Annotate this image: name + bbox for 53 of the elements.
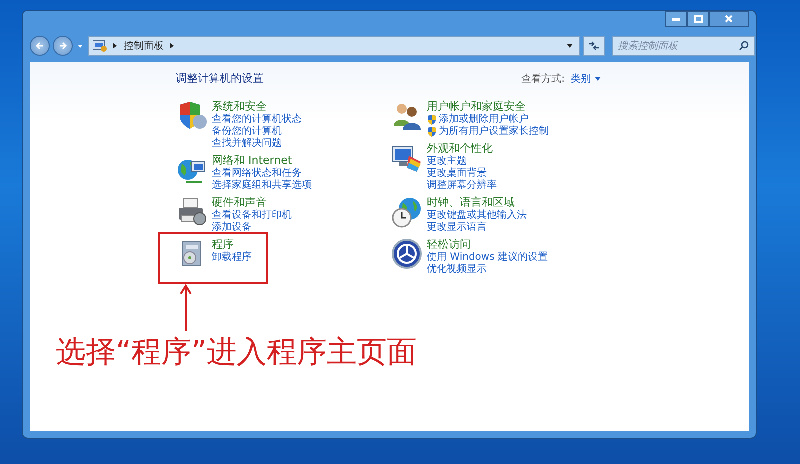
dropdown-arrow-icon <box>78 44 83 48</box>
back-button[interactable] <box>30 36 50 56</box>
minimize-button[interactable] <box>665 11 687 27</box>
settings-link[interactable]: 调整屏幕分辨率 <box>427 180 497 192</box>
settings-link[interactable]: 更改键盘或其他输入法 <box>427 210 527 222</box>
settings-link[interactable]: 使用 Windows 建议的设置 <box>427 252 548 264</box>
settings-link[interactable]: 选择家庭组和共享选项 <box>212 180 312 192</box>
category-title[interactable]: 系统和安全 <box>212 100 302 114</box>
search-field[interactable]: 搜索控制面板 <box>612 36 755 56</box>
category-title[interactable]: 硬件和声音 <box>212 196 292 210</box>
annotation-text: 选择“程序”进入程序主页面 <box>56 334 418 372</box>
settings-link[interactable]: 备份您的计算机 <box>212 126 282 138</box>
category-title[interactable]: 程序 <box>212 238 252 252</box>
refresh-icon <box>588 41 600 51</box>
chevron-icon <box>113 43 118 49</box>
settings-link[interactable]: 更改桌面背景 <box>427 168 487 180</box>
minimize-icon <box>672 18 680 20</box>
control-panel-icon <box>93 40 107 52</box>
settings-link[interactable]: 更改显示语言 <box>427 222 487 234</box>
maximize-button[interactable] <box>687 11 709 27</box>
settings-link[interactable]: 查看网络状态和任务 <box>212 168 302 180</box>
address-bar[interactable]: 控制面板 <box>88 36 580 56</box>
category-title[interactable]: 网络和 Internet <box>212 154 312 168</box>
settings-link[interactable]: 优化视频显示 <box>427 264 487 276</box>
category-title[interactable]: 轻松访问 <box>427 238 548 252</box>
forward-arrow-icon <box>58 41 68 51</box>
back-arrow-icon <box>35 41 45 51</box>
close-button[interactable] <box>709 11 749 27</box>
settings-link[interactable]: 查找并解决问题 <box>212 138 282 150</box>
settings-link[interactable]: 添加设备 <box>212 222 252 234</box>
forward-button[interactable] <box>53 36 73 56</box>
dropdown-arrow-icon <box>567 44 573 48</box>
category-title[interactable]: 用户帐户和家庭安全 <box>427 100 549 114</box>
view-by-dropdown[interactable]: 类别 <box>571 72 601 86</box>
printer-icon <box>176 196 208 228</box>
refresh-button[interactable] <box>583 36 605 56</box>
globe-clock-icon <box>391 196 423 228</box>
close-icon <box>725 15 733 23</box>
settings-link[interactable]: 卸载程序 <box>212 252 252 264</box>
settings-link[interactable]: 查看您的计算机状态 <box>212 114 302 126</box>
category-title[interactable]: 外观和个性化 <box>427 142 497 156</box>
breadcrumb-item[interactable]: 控制面板 <box>124 39 164 53</box>
chevron-icon <box>170 43 175 49</box>
dropdown-arrow-icon <box>595 76 601 80</box>
settings-link[interactable]: 为所有用户设置家长控制 <box>439 126 549 138</box>
page-heading: 调整计算机的设置 <box>176 71 264 86</box>
settings-link[interactable]: 添加或删除用户帐户 <box>439 114 529 126</box>
search-icon <box>739 41 749 51</box>
view-by-label: 查看方式: <box>522 72 565 86</box>
category-title[interactable]: 时钟、语言和区域 <box>427 196 527 210</box>
settings-link[interactable]: 更改主题 <box>427 156 467 168</box>
settings-link[interactable]: 查看设备和打印机 <box>212 210 292 222</box>
maximize-icon <box>694 15 702 23</box>
